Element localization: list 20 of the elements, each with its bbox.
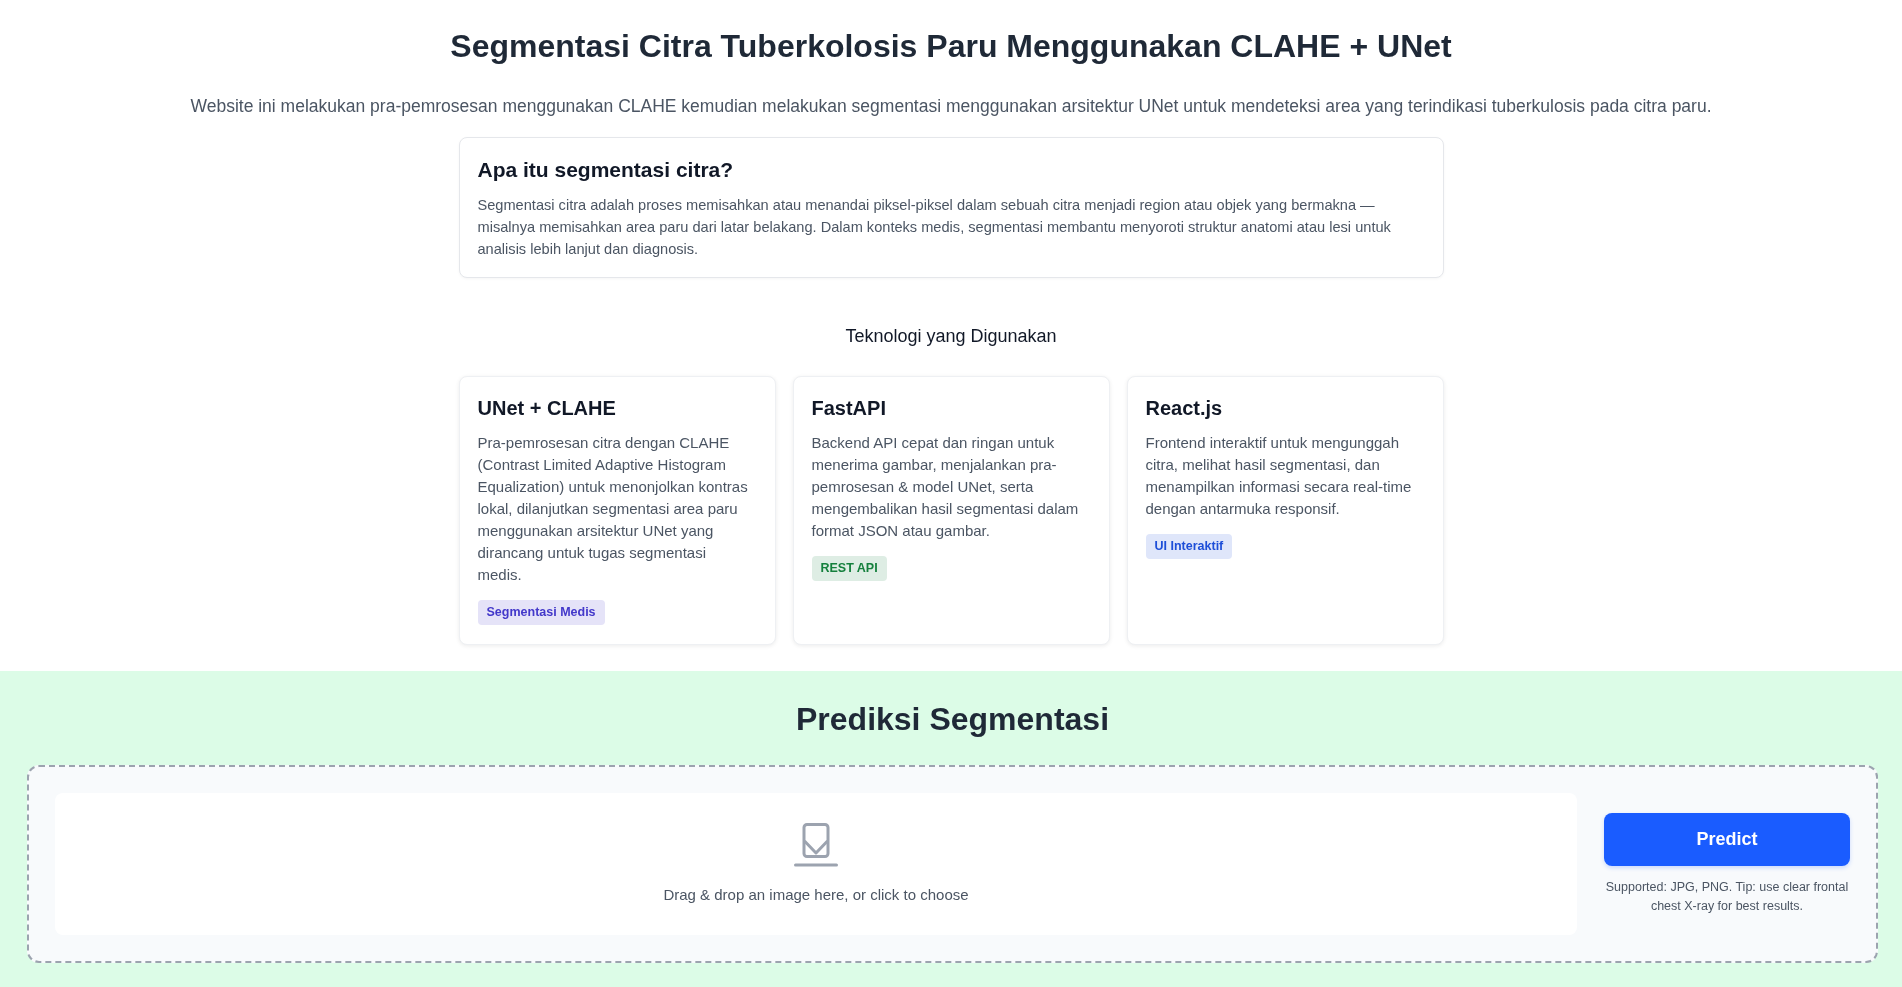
section-heading: Teknologi yang Digunakan bbox=[845, 325, 1057, 348]
card-title: Apa itu segmentasi citra? bbox=[477, 157, 735, 183]
section-title: Prediksi Segmentasi bbox=[796, 700, 1109, 739]
tag: UI Interaktif bbox=[1145, 534, 1233, 559]
hint-text: Supported: JPG, PNG. Tip: use clear frontal chest X-ray for best results. bbox=[1604, 878, 1850, 915]
predict-button[interactable]: Predict bbox=[1604, 812, 1850, 866]
card-text: Segmentasi citra adalah proses memisahkan atau menandai piksel-piksel dalam sebuah citra menjadi region atau objek yang bermakna — misalnya memisahkan area paru dari latar belakang. Dalam konteks medis, segmentasi membantu menyoroti struktur anatomi atau lesi untuk analisis lebih lanjut dan diagnosis. bbox=[477, 196, 1392, 259]
page-subtitle: Website ini melakukan pra-pemrosesan menggunakan CLAHE kemudian melakukan segmentasi menggunakan arsitektur UNet untuk mendeteksi area yang terindikasi tuberkulosis pada citra paru. bbox=[190, 95, 1712, 118]
tray-chevron-icon bbox=[794, 823, 838, 867]
tag: Segmentasi Medis bbox=[477, 600, 605, 625]
card-text: Frontend interaktif untuk mengunggah citra, melihat hasil segmentasi, dan menampilkan informasi secara real-time dengan antarmuka responsif. bbox=[1145, 433, 1413, 519]
card-text: Backend API cepat dan ringan untuk menerima gambar, menjalankan pra-pemrosesan & model UNet, serta mengembalikan hasil segmentasi dalam format JSON atau gambar. bbox=[811, 433, 1080, 541]
card-title: UNet + CLAHE bbox=[477, 396, 616, 421]
card-text: Pra-pemrosesan citra dengan CLAHE (Contrast Limited Adaptive Histogram Equalization) untuk menonjolkan kontras lokal, dilanjutkan segmentasi area paru menggunakan arsitektur UNet yang dirancang untuk tugas segmentasi medis. bbox=[477, 433, 749, 585]
drop-zone[interactable]: Drag & drop an image here, or click to choose bbox=[55, 793, 1577, 935]
page-title: Segmentasi Citra Tuberkolosis Paru Menggunakan CLAHE + UNet bbox=[450, 27, 1452, 66]
card-title: FastAPI bbox=[811, 396, 886, 421]
tag: REST API bbox=[811, 556, 887, 581]
dropzone-text: Drag & drop an image here, or click to choose bbox=[663, 885, 969, 905]
card-title: React.js bbox=[1145, 396, 1223, 421]
